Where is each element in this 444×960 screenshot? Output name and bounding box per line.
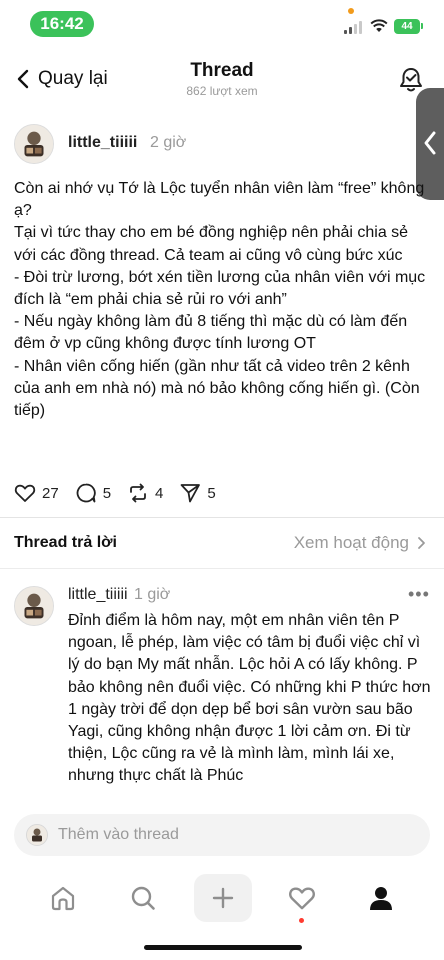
post-paragraph: - Đòi trừ lương, bớt xén tiền lương của …: [14, 268, 426, 309]
comment-count: 5: [102, 484, 112, 502]
plus-icon: [212, 887, 234, 909]
tab-search[interactable]: [118, 874, 168, 922]
reply-content: Đỉnh điểm là hôm nay, một em nhân viên t…: [68, 612, 431, 785]
privacy-indicator: [348, 8, 354, 14]
comment-button[interactable]: 5: [75, 482, 111, 504]
post-time: 2 giờ: [150, 134, 187, 151]
repost-count: 4: [155, 484, 164, 502]
divider: [0, 517, 444, 518]
avatar[interactable]: [14, 586, 54, 626]
view-activity-label: Xem hoạt động: [293, 533, 409, 552]
avatar-icon: [27, 825, 47, 845]
like-button[interactable]: 27: [14, 482, 59, 504]
signal-icon: [344, 20, 364, 34]
post-paragraph: Còn ai nhớ vụ Tớ là Lộc tuyển nhân viên …: [14, 180, 425, 220]
reply-time: 1 giờ: [134, 586, 171, 603]
share-count: 5: [207, 484, 216, 502]
post-actions: 27 5 4 5: [14, 482, 232, 504]
view-count: 862 lượt xem: [186, 84, 258, 98]
chevron-left-icon: [424, 131, 436, 155]
avatar[interactable]: [14, 124, 54, 164]
home-indicator: [144, 945, 302, 950]
tab-home[interactable]: [38, 874, 88, 922]
repost-icon: [130, 483, 146, 503]
page-title: Thread: [190, 60, 254, 81]
send-icon: [180, 484, 201, 503]
compose-placeholder: Thêm vào thread: [58, 826, 179, 843]
avatar-icon: [15, 587, 53, 625]
status-time: 16:42: [30, 11, 94, 37]
nav-header: Quay lại Thread 862 lượt xem: [0, 54, 444, 104]
post-username[interactable]: little_tiiiii: [68, 134, 137, 152]
notification-dot: [299, 918, 304, 923]
tab-new-thread[interactable]: [194, 874, 252, 922]
reply-post: little_tiiiii 1 giờ ••• Đỉnh điểm là hôm…: [0, 580, 444, 800]
post-content: Còn ai nhớ vụ Tớ là Lộc tuyển nhân viên …: [14, 178, 434, 422]
avatar: [26, 824, 48, 846]
home-icon: [51, 886, 75, 911]
add-to-thread-input[interactable]: Thêm vào thread: [14, 814, 430, 856]
battery-tip: [421, 23, 423, 29]
post-paragraph: Tại vì tức thay cho em bé đồng nghiệp nê…: [14, 224, 409, 264]
post-paragraph: - Nếu ngày không làm đủ 8 tiếng thì mặc …: [14, 313, 408, 353]
heart-icon: [14, 484, 36, 502]
tab-profile[interactable]: [356, 874, 406, 922]
share-button[interactable]: 5: [179, 482, 216, 504]
more-options-button[interactable]: •••: [408, 584, 430, 605]
tab-activity[interactable]: [277, 874, 327, 923]
replies-title: Thread trả lời: [14, 534, 117, 551]
repost-button[interactable]: 4: [127, 482, 163, 504]
divider: [0, 568, 444, 569]
bottom-tab-bar: [0, 868, 444, 928]
post-paragraph: - Nhân viên cống hiến (gần như tất cả vi…: [14, 357, 420, 420]
search-icon: [131, 886, 155, 910]
view-activity-link[interactable]: Xem hoạt động: [294, 533, 426, 553]
comment-icon: [76, 483, 96, 503]
chevron-right-icon: [418, 537, 425, 549]
replies-header: Thread trả lời Xem hoạt động: [0, 528, 444, 558]
status-bar: 16:42 44: [0, 0, 444, 50]
heart-icon: [289, 887, 315, 910]
reply-username[interactable]: little_tiiiii: [68, 586, 128, 604]
like-count: 27: [42, 484, 59, 502]
battery-icon: 44: [394, 19, 420, 34]
avatar-icon: [15, 125, 53, 163]
bell-icon[interactable]: [398, 66, 424, 94]
compose-area: Thêm vào thread: [0, 800, 444, 870]
profile-icon: [370, 887, 392, 910]
wifi-icon: [370, 19, 388, 32]
